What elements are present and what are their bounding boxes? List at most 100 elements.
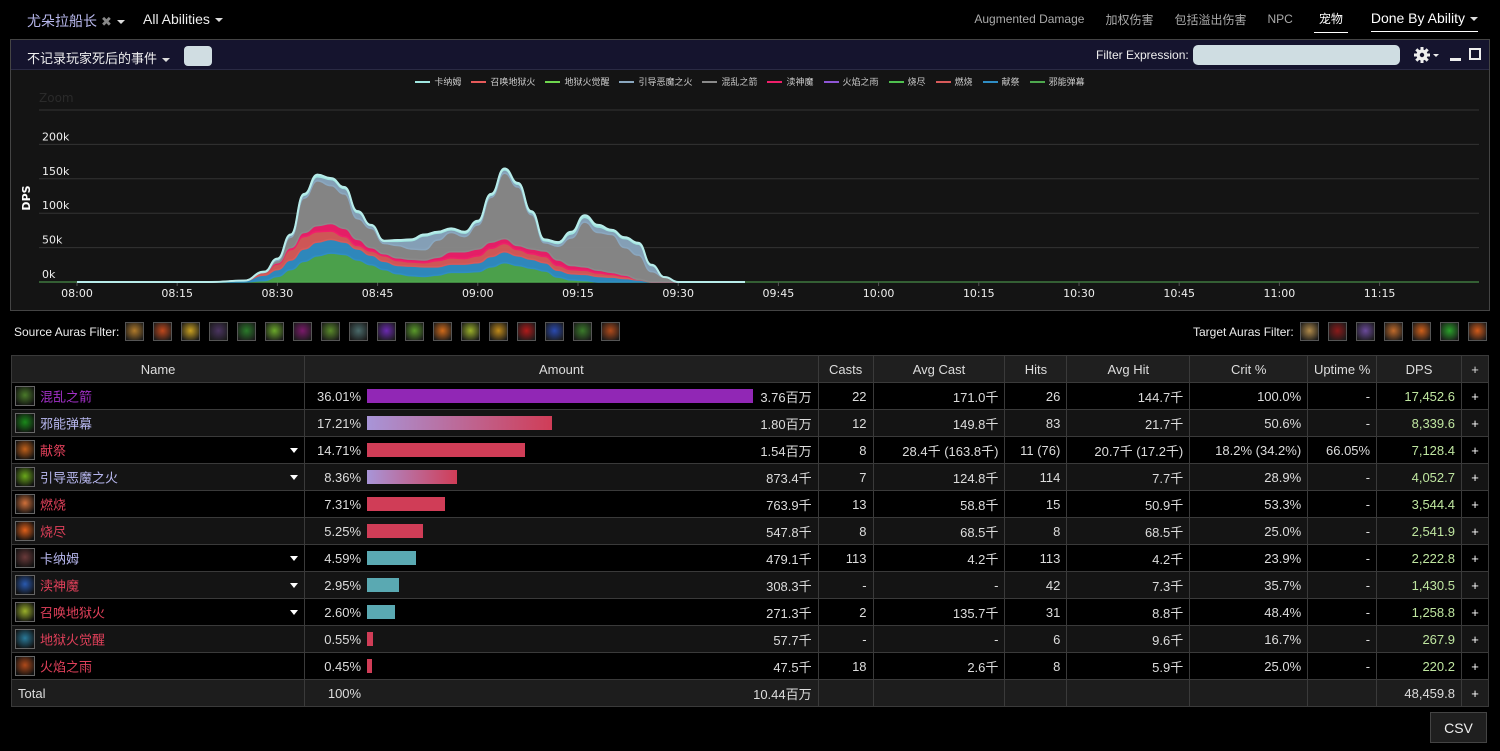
add-row-button[interactable]: +	[1460, 544, 1490, 572]
col-amount[interactable]: Amount	[304, 355, 819, 383]
crit-pct: 100.0%	[1189, 382, 1309, 410]
expand-caret-icon[interactable]	[290, 583, 299, 588]
csv-export-button[interactable]: CSV	[1430, 712, 1487, 743]
aura-fel-swirl-icon[interactable]	[405, 322, 425, 341]
ability-name-link[interactable]: 召唤地狱火	[40, 606, 105, 621]
legend-item[interactable]: 卡纳姆	[415, 75, 461, 88]
table-row[interactable]: 地狱火觉醒 0.55% 57.7千 - - 6 9.6千 16.7% - 267…	[10, 625, 1490, 653]
expand-caret-icon[interactable]	[290, 610, 299, 615]
total-add-button[interactable]: +	[1460, 679, 1490, 707]
col-name[interactable]: Name	[10, 355, 306, 383]
aura-gold-rune-icon[interactable]	[125, 322, 145, 341]
aura-fire-ring-icon[interactable]	[1467, 322, 1487, 341]
aura-fire-shard-icon[interactable]	[153, 322, 173, 341]
tab-pets[interactable]: 宠物	[1313, 6, 1348, 33]
table-row[interactable]: 渎神魔 2.95% 308.3千 - - 42 7.3千 35.7% - 1,4…	[10, 571, 1490, 599]
aura-demon-face-icon[interactable]	[321, 322, 341, 341]
legend-item[interactable]: 渎神魔	[767, 75, 814, 88]
view-mode-dropdown[interactable]: Done By Ability	[1370, 6, 1478, 32]
ability-name-link[interactable]: 邪能弹幕	[40, 417, 92, 432]
aura-ember-icon[interactable]	[1383, 322, 1403, 341]
legend-item[interactable]: 邪能弹幕	[1029, 75, 1085, 88]
ability-name-link[interactable]: 献祭	[40, 444, 66, 459]
aura-green-flame-icon[interactable]	[265, 322, 285, 341]
aura-void-orb-icon[interactable]	[293, 322, 313, 341]
add-row-button[interactable]: +	[1460, 409, 1490, 437]
add-row-button[interactable]: +	[1460, 598, 1490, 626]
legend-item[interactable]: 火焰之雨	[823, 75, 879, 88]
actor-selector[interactable]: 尤朵拉船长 ✖	[27, 11, 125, 31]
aura-red-beast-icon[interactable]	[1327, 322, 1347, 341]
legend-item[interactable]: 献祭	[982, 75, 1020, 88]
ability-name-link[interactable]: 地狱火觉醒	[40, 633, 105, 648]
legend-item[interactable]: 召唤地狱火	[471, 75, 535, 88]
add-row-button[interactable]: +	[1460, 463, 1490, 491]
ability-name-link[interactable]: 引导恶魔之火	[40, 471, 118, 486]
aura-blue-slash-icon[interactable]	[545, 322, 565, 341]
hits: 113	[1004, 544, 1068, 572]
col-crit[interactable]: Crit %	[1189, 355, 1309, 383]
aura-pyramid-icon[interactable]	[489, 322, 509, 341]
tab-weighted-damage[interactable]: 加权伤害	[1105, 7, 1153, 32]
aura-green-warrior-icon[interactable]	[573, 322, 593, 341]
legend-label: 献祭	[1001, 77, 1020, 87]
table-row[interactable]: 火焰之雨 0.45% 47.5千 18 2.6千 8 5.9千 25.0% - …	[10, 652, 1490, 680]
col-add[interactable]: +	[1460, 355, 1490, 383]
aura-immolate-icon[interactable]	[1411, 322, 1431, 341]
hits: 8	[1004, 652, 1068, 680]
ability-name-link[interactable]: 渎神魔	[40, 579, 79, 594]
aura-green-eye-icon[interactable]	[1439, 322, 1459, 341]
col-casts[interactable]: Casts	[817, 355, 874, 383]
table-row[interactable]: 燃烧 7.31% 763.9千 13 58.8千 15 50.9千 53.3% …	[10, 490, 1490, 518]
add-row-button[interactable]: +	[1460, 490, 1490, 518]
add-row-button[interactable]: +	[1460, 571, 1490, 599]
aura-green-rune-icon[interactable]	[237, 322, 257, 341]
table-row[interactable]: 召唤地狱火 2.60% 271.3千 2 135.7千 31 8.8千 48.4…	[10, 598, 1490, 626]
table-row[interactable]: 烧尽 5.25% 547.8千 8 68.5千 8 68.5千 25.0% - …	[10, 517, 1490, 545]
tab-npc[interactable]: NPC	[1267, 8, 1292, 30]
aura-stone-golem-icon[interactable]	[349, 322, 369, 341]
aura-red-demon-icon[interactable]	[517, 322, 537, 341]
aura-golden-figure-icon[interactable]	[1299, 322, 1319, 341]
table-row[interactable]: 引导恶魔之火 8.36% 873.4千 7 124.8千 114 7.7千 28…	[10, 463, 1490, 491]
col-uptime[interactable]: Uptime %	[1307, 355, 1378, 383]
col-avg-hit[interactable]: Avg Hit	[1066, 355, 1191, 383]
abilities-selector[interactable]: All Abilities	[143, 11, 223, 27]
add-row-button[interactable]: +	[1460, 625, 1490, 653]
tab-augmented-damage[interactable]: Augmented Damage	[974, 8, 1084, 30]
legend-item[interactable]: 引导恶魔之火	[619, 75, 692, 88]
ability-name-link[interactable]: 烧尽	[40, 525, 66, 540]
aura-infernal-icon[interactable]	[461, 322, 481, 341]
aura-purple-demon-icon[interactable]	[1355, 322, 1375, 341]
add-row-button[interactable]: +	[1460, 382, 1490, 410]
ability-name-link[interactable]: 火焰之雨	[40, 660, 92, 675]
legend-item[interactable]: 混乱之箭	[702, 75, 757, 88]
ability-name-link[interactable]: 燃烧	[40, 498, 66, 513]
col-avg-cast[interactable]: Avg Cast	[872, 355, 1006, 383]
table-row[interactable]: 混乱之箭 36.01% 3.76百万 22 171.0千 26 144.7千 1…	[10, 382, 1490, 410]
expand-caret-icon[interactable]	[290, 556, 299, 561]
tab-include-overkill[interactable]: 包括溢出伤害	[1174, 7, 1246, 32]
table-row[interactable]: 献祭 14.71% 1.54百万 8 28.4千 (163.8千) 11 (76…	[10, 436, 1490, 464]
aura-fire-rain-icon[interactable]	[601, 322, 621, 341]
ability-name-link[interactable]: 卡纳姆	[40, 552, 79, 567]
clear-actor-icon[interactable]: ✖	[101, 14, 112, 29]
aura-golden-sigil-icon[interactable]	[181, 322, 201, 341]
col-hits[interactable]: Hits	[1004, 355, 1068, 383]
expand-caret-icon[interactable]	[290, 475, 299, 480]
table-row[interactable]: 邪能弹幕 17.21% 1.80百万 12 149.8千 83 21.7千 50…	[10, 409, 1490, 437]
aura-flame-burst-icon[interactable]	[433, 322, 453, 341]
add-row-button[interactable]: +	[1460, 517, 1490, 545]
legend-item[interactable]: 烧尽	[888, 75, 926, 88]
col-dps[interactable]: DPS	[1376, 355, 1462, 383]
legend-item[interactable]: 地狱火觉醒	[545, 75, 609, 88]
add-row-button[interactable]: +	[1460, 652, 1490, 680]
legend-item[interactable]: 燃烧	[935, 75, 973, 88]
table-row[interactable]: 卡纳姆 4.59% 479.1千 113 4.2千 113 4.2千 23.9%…	[10, 544, 1490, 572]
ability-name-link[interactable]: 混乱之箭	[40, 390, 92, 405]
crit-pct: 25.0%	[1189, 517, 1309, 545]
aura-dark-strike-icon[interactable]	[209, 322, 229, 341]
expand-caret-icon[interactable]	[290, 448, 299, 453]
aura-purple-skull-icon[interactable]	[377, 322, 397, 341]
add-row-button[interactable]: +	[1460, 436, 1490, 464]
